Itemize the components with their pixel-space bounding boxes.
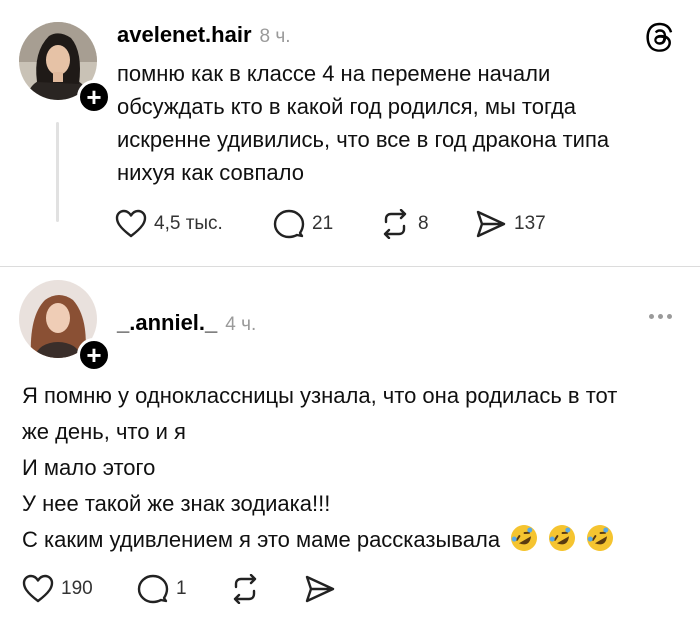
follow-plus-icon[interactable]: + [77,80,111,114]
timestamp: 4 ч. [225,314,257,335]
divider [0,266,700,267]
share-count: 137 [514,213,546,234]
text-line: Я помню у одноклассницы узнала, что она … [22,383,618,408]
post-2-actions: 190 1 [22,574,336,604]
post-1-text: помню как в классе 4 на перемене начали … [117,57,609,189]
text-line: искренне удивились, что все в год дракон… [117,127,610,152]
post-2-header: _.anniel._ 4 ч. [117,310,256,336]
reply-button[interactable]: 21 [273,209,379,239]
thread-connector-line [56,122,59,222]
rolling-on-floor-laughing-emoji [587,525,614,551]
like-count: 190 [61,578,93,599]
rolling-on-floor-laughing-emoji [549,525,576,551]
heart-icon [22,574,54,603]
post-1-actions: 4,5 тыс. 21 8 137 [115,209,546,239]
rolling-on-floor-laughing-emoji [511,525,538,551]
repost-button[interactable]: 8 [379,209,475,239]
share-button[interactable] [304,574,336,604]
send-icon [305,575,335,603]
text-line: обсуждать кто в какой год родился, мы то… [117,94,577,119]
repost-icon [233,574,257,604]
text-line: нихуя как совпало [117,160,304,185]
repost-button[interactable] [229,574,304,604]
like-button[interactable]: 190 [22,574,137,604]
username[interactable]: _.anniel._ [117,310,217,336]
text-line-with-emoji: С каким удивлением я это маме рассказыва… [22,522,617,558]
heart-icon [115,209,147,238]
like-count: 4,5 тыс. [154,213,223,234]
post-2-avatar[interactable]: + [19,280,111,372]
text-line: помню как в классе 4 на перемене начали [117,61,551,86]
share-button[interactable]: 137 [475,209,546,239]
text-line: И мало этого [22,455,156,480]
threads-logo-icon[interactable] [645,22,675,52]
post-2: + _.anniel._ 4 ч. Я помню у одноклассниц… [0,268,700,626]
like-button[interactable]: 4,5 тыс. [115,209,273,239]
text-line: У нее такой же знак зодиака!!! [22,491,331,516]
username[interactable]: avelenet.hair [117,22,252,48]
repost-count: 8 [418,213,429,234]
reply-count: 21 [312,213,334,234]
comment-icon [137,574,169,604]
post-1-avatar[interactable]: + [19,22,111,114]
text-line: С каким удивлением я это маме рассказыва… [22,527,501,552]
post-1: + avelenet.hair 8 ч. помню как в классе … [0,0,700,268]
comment-icon [273,209,305,239]
more-icon[interactable] [649,314,672,319]
reply-button[interactable]: 1 [137,574,229,604]
follow-plus-icon[interactable]: + [77,338,111,372]
text-line: же день, что и я [22,419,186,444]
repost-icon [383,209,407,239]
post-1-header: avelenet.hair 8 ч. [117,22,291,48]
send-icon [476,210,506,238]
post-2-text: Я помню у одноклассницы узнала, что она … [22,378,617,558]
reply-count: 1 [176,578,187,599]
timestamp: 8 ч. [259,26,291,47]
